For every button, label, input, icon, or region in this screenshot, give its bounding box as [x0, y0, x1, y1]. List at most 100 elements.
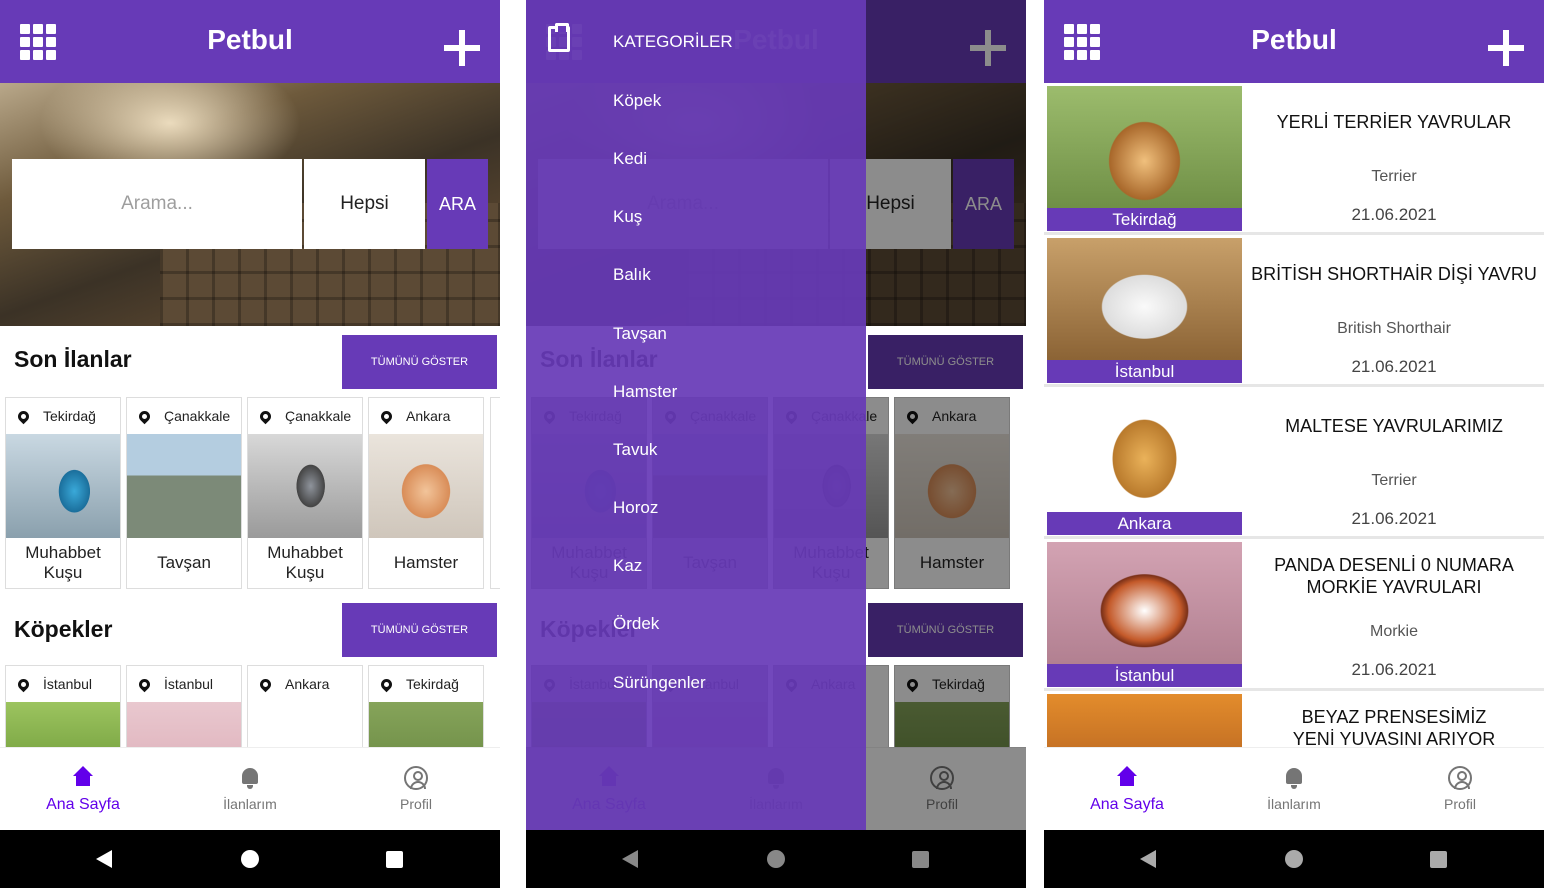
system-navigation-bar [1044, 830, 1544, 888]
listing-card[interactable]: Ankara [247, 665, 363, 747]
drawer-title: KATEGORİLER [613, 32, 733, 51]
back-icon[interactable] [96, 850, 112, 868]
listing-city-badge: Ankara [1047, 512, 1242, 535]
nav-profile[interactable]: Profil [333, 748, 499, 831]
listing-card[interactable]: İstanbul [5, 665, 121, 747]
listing-card[interactable]: Çanakkale Tavşan [126, 397, 242, 589]
card-image [248, 702, 362, 747]
back-icon[interactable] [1140, 850, 1156, 868]
back-icon[interactable] [622, 850, 638, 868]
show-all-button[interactable]: TÜMÜNÜ GÖSTER [342, 335, 497, 389]
add-listing-icon[interactable] [444, 30, 480, 66]
card-city: Ankara [406, 408, 451, 424]
drawer-item-horoz[interactable]: Horoz [613, 498, 658, 518]
card-city: İstanbul [43, 676, 93, 692]
nav-profile[interactable]: Profil [1377, 748, 1543, 831]
listing-title: PANDA DESENLİ 0 NUMARA MORKİE YAVRULARI [1274, 555, 1514, 597]
listing-breed: Terrier [1371, 472, 1417, 489]
listing-row[interactable]: İstanbul BRİTİSH SHORTHAİR DİŞİ YAVRU Br… [1044, 235, 1544, 387]
app-title: Petbul [207, 24, 293, 55]
listing-list: Tekirdağ YERLİ TERRİER YAVRULAR Terrier … [1044, 83, 1544, 747]
drawer-item-kus[interactable]: Kuş [613, 207, 642, 227]
home-circle-icon[interactable] [241, 850, 259, 868]
card-label: Hamster [393, 553, 459, 572]
card-city: Tekirdağ [43, 408, 96, 424]
add-listing-icon[interactable] [1488, 30, 1524, 66]
system-navigation-bar [0, 830, 500, 888]
nav-label: Ana Sayfa [1090, 796, 1164, 813]
drawer-item-kedi[interactable]: Kedi [613, 149, 647, 169]
listing-row[interactable]: İstanbul PANDA DESENLİ 0 NUMARA MORKİE Y… [1044, 539, 1544, 691]
listing-card[interactable]: Çanakkale Muhabbet Kuşu [247, 397, 363, 589]
recent-apps-icon[interactable] [386, 851, 403, 868]
app-bar: Petbul [1044, 0, 1544, 83]
app-bar: Petbul [0, 0, 500, 83]
category-filter-dropdown[interactable]: Hepsi [304, 159, 425, 249]
listing-card: Tekirdağ [894, 665, 1010, 747]
card-image [369, 702, 483, 747]
profile-icon [1448, 766, 1472, 790]
listing-card[interactable]: Tekirdağ Muhabbet Kuşu [5, 397, 121, 589]
card-image [369, 434, 483, 538]
drawer-item-kaz[interactable]: Kaz [613, 556, 642, 576]
card-city: Çanakkale [164, 408, 231, 424]
listing-city-badge: İstanbul [1047, 664, 1242, 687]
search-input[interactable]: Arama... [12, 159, 302, 249]
listing-date: 21.06.2021 [1351, 509, 1437, 528]
show-all-button: TÜMÜNÜ GÖSTER [868, 335, 1023, 389]
listings-screen: Petbul Tekirdağ YERLİ TERRİER YAVRULAR T… [1044, 0, 1544, 888]
drawer-item-ordek[interactable]: Ördek [613, 614, 659, 634]
listing-breed: British Shorthair [1337, 320, 1451, 337]
app-title: Petbul [1251, 24, 1337, 55]
nav-home[interactable]: Ana Sayfa [0, 748, 166, 831]
drawer-item-hamster[interactable]: Hamster [613, 382, 677, 402]
location-pin-icon [136, 408, 153, 424]
card-image [6, 702, 120, 747]
nav-my-listings[interactable]: İlanlarım [167, 748, 333, 831]
search-button[interactable]: ARA [427, 159, 488, 249]
listing-row[interactable]: Tekirdağ YERLİ TERRİER YAVRULAR Terrier … [1044, 83, 1544, 235]
drawer-item-surungenler[interactable]: Sürüngenler [613, 673, 706, 693]
card-image [248, 434, 362, 538]
recent-apps-icon[interactable] [912, 851, 929, 868]
nav-profile: Profil [859, 748, 1025, 831]
search-button: ARA [953, 159, 1014, 249]
listing-image [1047, 86, 1242, 211]
home-circle-icon[interactable] [1285, 850, 1303, 868]
drawer-item-tavsan[interactable]: Tavşan [613, 324, 667, 344]
home-screen: Petbul Arama... Hepsi ARA Son İlanlar TÜ… [0, 0, 500, 888]
nav-label: İlanlarım [1267, 796, 1321, 812]
listing-card[interactable]: Ankara Hamster [368, 397, 484, 589]
drawer-item-kopek[interactable]: Köpek [613, 91, 661, 111]
location-pin-icon [257, 408, 274, 424]
profile-icon [930, 766, 954, 790]
nav-my-listings[interactable]: İlanlarım [1211, 748, 1377, 831]
listing-card[interactable]: İstanbul [126, 665, 242, 747]
bell-icon [238, 766, 262, 790]
card-city: Ankara [285, 676, 330, 692]
home-icon [71, 766, 95, 790]
recent-apps-icon[interactable] [1430, 851, 1447, 868]
home-circle-icon[interactable] [767, 850, 785, 868]
card-image [127, 434, 241, 538]
listing-row[interactable]: BEYAZ PRENSESİMİZ YENİ YUVASINI ARIYOR [1044, 691, 1544, 747]
card-label: Muhabbet Kuşu [25, 543, 101, 582]
card-city: Tekirdağ [406, 676, 459, 692]
listing-row[interactable]: Ankara MALTESE YAVRULARIMIZ Terrier 21.0… [1044, 387, 1544, 539]
drawer-item-tavuk[interactable]: Tavuk [613, 440, 657, 460]
drawer-item-balik[interactable]: Balık [613, 265, 651, 285]
listing-title: BRİTİSH SHORTHAİR DİŞİ YAVRU [1251, 264, 1537, 284]
card-city: Çanakkale [285, 408, 352, 424]
listing-city-badge: İstanbul [1047, 360, 1242, 383]
location-pin-icon [257, 676, 274, 692]
listing-image [1047, 542, 1242, 667]
bottom-navigation: Ana Sayfa İlanlarım Profil [1044, 747, 1544, 830]
nav-label: Profil [400, 796, 432, 812]
listing-card[interactable]: Tekirdağ [368, 665, 484, 747]
add-listing-icon [970, 30, 1006, 66]
nav-home[interactable]: Ana Sayfa [1044, 748, 1210, 831]
show-all-button[interactable]: TÜMÜNÜ GÖSTER [342, 603, 497, 657]
drawer-screen: Petbul Arama... Hepsi ARA Son İlanlar TÜ… [526, 0, 1026, 888]
card-city: İstanbul [164, 676, 214, 692]
bell-icon [1282, 766, 1306, 790]
